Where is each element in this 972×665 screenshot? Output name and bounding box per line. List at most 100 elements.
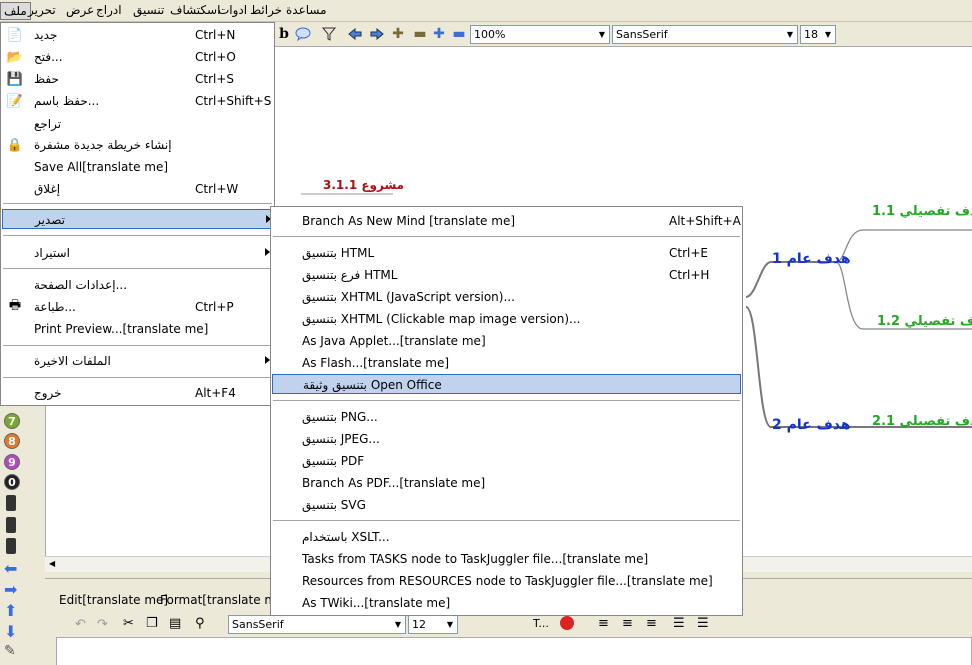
menu-separator (273, 400, 740, 401)
save-as-icon: 📝 (6, 93, 24, 109)
speech-bubble-icon[interactable] (294, 25, 312, 43)
menu-insert[interactable]: ادراج (96, 3, 122, 17)
node-goal-2[interactable]: هدف عام 2 (772, 417, 851, 433)
export-item-flash[interactable]: As Flash...[translate me] (271, 353, 742, 373)
clear-format-icon[interactable] (560, 616, 574, 630)
arrow-right-icon[interactable] (368, 25, 386, 43)
menu-item-open[interactable]: 📂 فتح... Ctrl+O (1, 47, 274, 67)
font-family-select[interactable]: SansSerif ▼ (612, 25, 798, 44)
node-project[interactable]: مشروع 3.1.1 (323, 178, 404, 192)
node-detail-1-2[interactable]: هدف تفصيلي 1.2 (877, 314, 972, 329)
menu-item-close[interactable]: إغلاق Ctrl+W (1, 179, 274, 199)
zoom-out-icon[interactable]: ▬ (450, 25, 468, 43)
menu-item-label: خروج (34, 386, 62, 400)
menu-item-save[interactable]: 💾 حفظ Ctrl+S (1, 69, 274, 89)
bullet-list-icon[interactable]: ☰ (673, 616, 685, 631)
menu-item-revert[interactable]: تراجع (1, 114, 274, 134)
notes-font-size-select[interactable]: 12 ▼ (408, 615, 458, 634)
scroll-left-icon[interactable]: ◀ (49, 559, 55, 568)
priority-7-icon[interactable]: 7 (4, 413, 20, 429)
notes-editor[interactable] (56, 637, 972, 665)
menu-item-print-preview[interactable]: Print Preview...[translate me] (1, 319, 274, 339)
arrow-down-icon[interactable]: ⬇ (4, 622, 17, 641)
menu-navigate[interactable]: اسكتشاف (170, 3, 220, 17)
new-file-icon: 📄 (6, 27, 24, 43)
export-item-png[interactable]: بتنسيق PNG... (271, 407, 742, 427)
arrow-right-icon[interactable]: ➡ (4, 580, 17, 599)
icon-strip: 7 8 9 0 ⬅ ➡ ⬆ ⬇ ✎ (0, 405, 26, 665)
export-item-jpeg[interactable]: بتنسيق JPEG... (271, 429, 742, 449)
bold-icon[interactable]: b (275, 25, 293, 43)
export-item-taskjuggler-resources[interactable]: Resources from RESOURCES node to TaskJug… (271, 571, 742, 591)
export-item-html[interactable]: بتنسيق HTML Ctrl+E (271, 243, 742, 263)
export-item-xhtml-js[interactable]: بتنسيق XHTML (JavaScript version)... (271, 287, 742, 307)
numbered-list-icon[interactable]: ☰ (697, 616, 709, 631)
arrow-up-icon[interactable]: ⬆ (4, 601, 17, 620)
menu-item-label: حفظ باسم... (34, 94, 100, 108)
menu-tools[interactable]: ادوات (218, 3, 247, 17)
export-item-taskjuggler-tasks[interactable]: Tasks from TASKS node to TaskJuggler fil… (271, 549, 742, 569)
menu-item-save-all[interactable]: Save All[translate me] (1, 157, 274, 177)
node-detail-2-1[interactable]: هدف تفصيلي 2.1 (872, 414, 972, 429)
export-item-pdf[interactable]: بتنسيق PDF (271, 451, 742, 471)
priority-9-icon[interactable]: 9 (4, 454, 20, 470)
zoom-select[interactable]: 100% ▼ (470, 25, 610, 44)
menu-item-exit[interactable]: خروج Alt+F4 (1, 383, 274, 403)
node-detail-1-1[interactable]: هدف تفصيلي 1.1 (872, 204, 972, 219)
export-item-svg[interactable]: بتنسيق SVG (271, 495, 742, 515)
arrow-left-icon[interactable]: ⬅ (4, 559, 17, 578)
menu-item-new[interactable]: 📄 جديد Ctrl+N (1, 25, 274, 45)
menu-maps[interactable]: خرائط (250, 3, 282, 17)
menu-item-print[interactable]: 🖶 طباعة... Ctrl+P (1, 297, 274, 317)
traffic-light-yellow-icon[interactable] (6, 517, 16, 533)
menu-item-import[interactable]: استيراد (1, 243, 274, 263)
paste-icon[interactable]: ▤ (169, 616, 181, 631)
menu-help[interactable]: مساعدة (286, 3, 327, 17)
align-left-icon[interactable]: ≡ (598, 616, 609, 631)
priority-0-icon[interactable]: 0 (4, 474, 20, 490)
export-item-java-applet[interactable]: As Java Applet...[translate me] (271, 331, 742, 351)
menu-file[interactable]: ملف (0, 2, 31, 20)
export-item-xhtml-map[interactable]: بتنسيق XHTML (Clickable map image versio… (271, 309, 742, 329)
text-style-button[interactable]: T... (533, 617, 549, 630)
traffic-light-green-icon[interactable] (6, 538, 16, 554)
redo-icon[interactable]: ↷ (97, 617, 108, 632)
node-goal-1[interactable]: هدف عام 1 (772, 251, 851, 267)
chevron-down-icon: ▼ (446, 620, 454, 629)
export-item-branch-new-mind[interactable]: Branch As New Mind [translate me] Alt+Sh… (271, 211, 742, 231)
traffic-light-red-icon[interactable] (6, 495, 16, 511)
notes-font-family-select[interactable]: SansSerif ▼ (228, 615, 406, 634)
menu-item-save-as[interactable]: 📝 حفظ باسم... Ctrl+Shift+S (1, 91, 274, 111)
export-item-branch-html[interactable]: فرع بتنسيق HTML Ctrl+H (271, 265, 742, 285)
zoom-in-icon[interactable]: ✚ (430, 25, 448, 43)
filter-icon[interactable] (320, 25, 338, 43)
priority-8-icon[interactable]: 8 (4, 433, 20, 449)
main-toolbar: b ✚ ▬ ✚ ▬ 100% ▼ SansSerif ▼ 18 ▼ (272, 22, 972, 46)
export-item-branch-pdf[interactable]: Branch As PDF...[translate me] (271, 473, 742, 493)
copy-icon[interactable]: ❐ (146, 616, 158, 631)
cut-icon[interactable]: ✂ (123, 616, 134, 631)
pencil-icon[interactable]: ✎ (4, 643, 16, 659)
export-item-xslt[interactable]: باستخدام XSLT... (271, 527, 742, 547)
menu-item-label: الملفات الاخيرة (34, 354, 111, 368)
notes-tab-edit[interactable]: Edit[translate me] (59, 593, 168, 607)
menu-item-export[interactable]: تصدير (2, 209, 273, 229)
menu-view[interactable]: عرض (66, 3, 94, 17)
menu-edit[interactable]: تحرير (28, 3, 56, 17)
menu-item-recent-files[interactable]: الملفات الاخيرة (1, 351, 274, 371)
menu-item-new-encrypted-map[interactable]: 🔒 إنشاء خريطة جديدة مشفرة (1, 135, 274, 155)
plus-icon[interactable]: ✚ (389, 25, 407, 43)
undo-icon[interactable]: ↶ (75, 617, 86, 632)
menu-format[interactable]: تنسيق (133, 3, 164, 17)
minus-icon[interactable]: ▬ (411, 25, 429, 43)
font-size-select[interactable]: 18 ▼ (800, 25, 836, 44)
align-right-icon[interactable]: ≡ (646, 616, 657, 631)
align-center-icon[interactable]: ≡ (622, 616, 633, 631)
menu-item-page-setup[interactable]: إعدادات الصفحة... (1, 275, 274, 295)
notes-tab-format[interactable]: Format[translate me] (160, 593, 288, 607)
find-icon[interactable]: ⚲ (195, 616, 205, 631)
export-item-twiki[interactable]: As TWiki...[translate me] (271, 593, 742, 613)
arrow-left-icon[interactable] (346, 25, 364, 43)
export-item-open-office[interactable]: بتنسيق وثيقة Open Office (272, 374, 741, 394)
menubar: ملف تحرير عرض ادراج تنسيق اسكتشاف ادوات … (0, 0, 972, 22)
